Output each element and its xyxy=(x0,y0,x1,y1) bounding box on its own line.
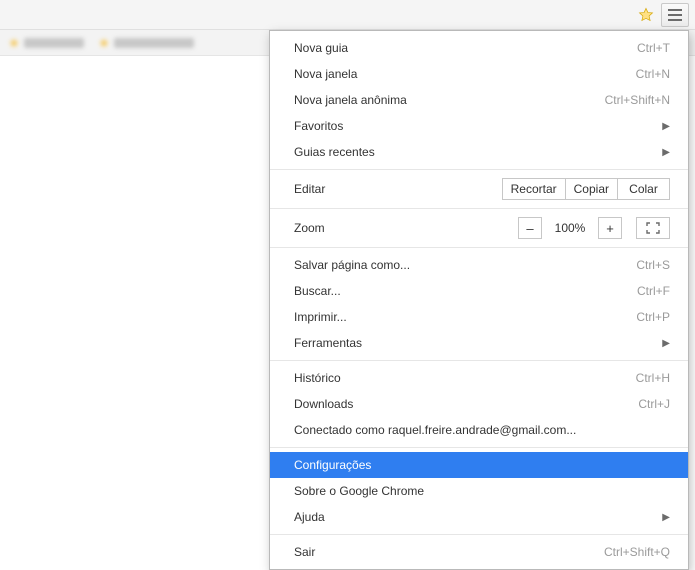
menu-history[interactable]: Histórico Ctrl+H xyxy=(270,365,688,391)
menu-shortcut: Ctrl+H xyxy=(636,371,670,385)
menu-zoom-row: Zoom – 100% + xyxy=(270,213,688,243)
menu-bookmarks[interactable]: Favoritos ▶ xyxy=(270,113,688,139)
zoom-controls: – 100% + xyxy=(518,217,670,239)
menu-label: Ferramentas xyxy=(294,336,662,350)
menu-separator xyxy=(270,169,688,170)
cut-button[interactable]: Recortar xyxy=(502,178,566,200)
zoom-in-button[interactable]: + xyxy=(598,217,622,239)
menu-new-incognito[interactable]: Nova janela anônima Ctrl+Shift+N xyxy=(270,87,688,113)
menu-label: Editar xyxy=(294,182,502,196)
menu-label: Downloads xyxy=(294,397,638,411)
menu-shortcut: Ctrl+Shift+N xyxy=(605,93,670,107)
menu-label: Imprimir... xyxy=(294,310,636,324)
menu-tools[interactable]: Ferramentas ▶ xyxy=(270,330,688,356)
chevron-right-icon: ▶ xyxy=(662,338,670,349)
chevron-right-icon: ▶ xyxy=(662,147,670,158)
menu-downloads[interactable]: Downloads Ctrl+J xyxy=(270,391,688,417)
menu-label: Nova janela anônima xyxy=(294,93,605,107)
menu-button[interactable] xyxy=(661,3,689,27)
edit-button-group: Recortar Copiar Colar xyxy=(502,178,670,200)
menu-about[interactable]: Sobre o Google Chrome xyxy=(270,478,688,504)
menu-separator xyxy=(270,247,688,248)
menu-shortcut: Ctrl+N xyxy=(636,67,670,81)
menu-print[interactable]: Imprimir... Ctrl+P xyxy=(270,304,688,330)
menu-label: Histórico xyxy=(294,371,636,385)
menu-label: Zoom xyxy=(294,221,518,235)
menu-label: Sobre o Google Chrome xyxy=(294,484,670,498)
menu-shortcut: Ctrl+T xyxy=(637,41,670,55)
menu-shortcut: Ctrl+S xyxy=(636,258,670,272)
chevron-right-icon: ▶ xyxy=(662,512,670,523)
menu-label: Favoritos xyxy=(294,119,662,133)
browser-toolbar xyxy=(0,0,695,30)
bookmark-item[interactable] xyxy=(8,37,84,49)
star-icon[interactable] xyxy=(637,6,655,24)
menu-edit-row: Editar Recortar Copiar Colar xyxy=(270,174,688,204)
menu-label: Ajuda xyxy=(294,510,662,524)
menu-separator xyxy=(270,534,688,535)
menu-exit[interactable]: Sair Ctrl+Shift+Q xyxy=(270,539,688,565)
menu-shortcut: Ctrl+J xyxy=(638,397,670,411)
menu-help[interactable]: Ajuda ▶ xyxy=(270,504,688,530)
menu-label: Buscar... xyxy=(294,284,637,298)
menu-label: Salvar página como... xyxy=(294,258,636,272)
copy-button[interactable]: Copiar xyxy=(566,178,618,200)
menu-find[interactable]: Buscar... Ctrl+F xyxy=(270,278,688,304)
bookmark-item[interactable] xyxy=(98,37,194,49)
menu-new-tab[interactable]: Nova guia Ctrl+T xyxy=(270,35,688,61)
chrome-menu: Nova guia Ctrl+T Nova janela Ctrl+N Nova… xyxy=(269,30,689,570)
menu-shortcut: Ctrl+Shift+Q xyxy=(604,545,670,559)
menu-separator xyxy=(270,208,688,209)
zoom-value: 100% xyxy=(550,221,590,235)
menu-signed-in[interactable]: Conectado como raquel.freire.andrade@gma… xyxy=(270,417,688,443)
chevron-right-icon: ▶ xyxy=(662,121,670,132)
menu-label: Nova janela xyxy=(294,67,636,81)
menu-label: Sair xyxy=(294,545,604,559)
menu-label: Conectado como raquel.freire.andrade@gma… xyxy=(294,423,670,437)
menu-label: Guias recentes xyxy=(294,145,662,159)
menu-label: Configurações xyxy=(294,458,670,472)
menu-settings[interactable]: Configurações xyxy=(270,452,688,478)
menu-shortcut: Ctrl+F xyxy=(637,284,670,298)
fullscreen-button[interactable] xyxy=(636,217,670,239)
paste-button[interactable]: Colar xyxy=(618,178,670,200)
menu-save-as[interactable]: Salvar página como... Ctrl+S xyxy=(270,252,688,278)
menu-new-window[interactable]: Nova janela Ctrl+N xyxy=(270,61,688,87)
menu-separator xyxy=(270,447,688,448)
menu-separator xyxy=(270,360,688,361)
menu-label: Nova guia xyxy=(294,41,637,55)
menu-recent-tabs[interactable]: Guias recentes ▶ xyxy=(270,139,688,165)
zoom-out-button[interactable]: – xyxy=(518,217,542,239)
menu-shortcut: Ctrl+P xyxy=(636,310,670,324)
